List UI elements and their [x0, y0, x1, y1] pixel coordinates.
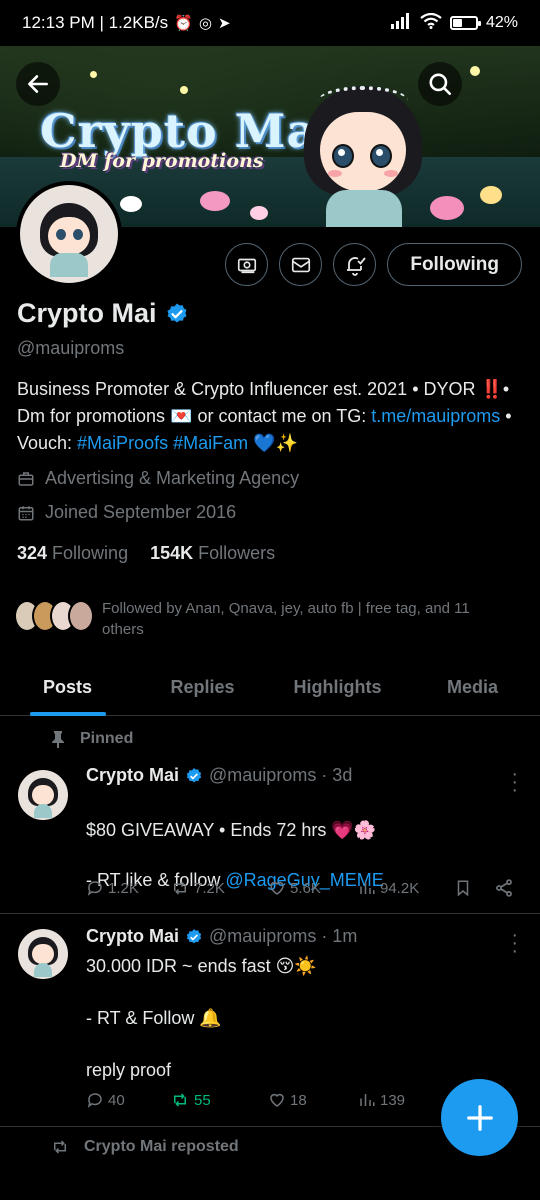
views-button[interactable]: 139 — [358, 1091, 405, 1109]
post-text: $80 GIVEAWAY • Ends 72 hrs 💗🌸 — [86, 820, 377, 840]
pin-icon — [52, 731, 64, 748]
post-author-name[interactable]: Crypto Mai — [86, 926, 179, 947]
repost-icon — [174, 881, 186, 895]
post-actions: 1.2K 7.2K 5.6K 94.2K — [86, 878, 526, 898]
follow-stats: 324 Following 154K Followers — [17, 543, 275, 564]
post-header: Crypto Mai @mauiproms · 1m — [86, 926, 357, 947]
bookmark-button[interactable] — [454, 878, 494, 898]
repost-icon — [54, 1140, 66, 1154]
calendar-icon — [18, 505, 34, 520]
hashtag-maifam[interactable]: #MaiFam — [173, 433, 248, 453]
repost-button[interactable]: 7.2K — [170, 879, 268, 897]
post-handle-time: @mauiproms · 1m — [209, 926, 358, 946]
follower-avatars — [14, 600, 94, 632]
like-button[interactable]: 5.6K — [268, 879, 358, 897]
avatar[interactable] — [18, 770, 68, 820]
tab-posts[interactable]: Posts — [0, 660, 135, 715]
views-button[interactable]: 94.2K — [358, 879, 454, 897]
verified-badge-icon — [186, 767, 202, 782]
following-link[interactable]: 324 Following — [17, 543, 128, 564]
notifications-button[interactable] — [333, 243, 377, 286]
profile-bio: Business Promoter & Crypto Influencer es… — [17, 379, 512, 453]
heart-icon — [270, 1093, 284, 1107]
avatar[interactable] — [18, 929, 68, 979]
pinned-label: Pinned — [50, 730, 133, 748]
envelope-icon — [291, 257, 310, 272]
telegram-icon: ➤ — [217, 15, 231, 32]
search-button[interactable] — [418, 62, 462, 106]
arrow-left-icon — [28, 75, 48, 93]
post-text: 30.000 IDR ~ ends fast 😚☀️ - RT & Follow… — [86, 956, 317, 1080]
subscribe-button[interactable] — [225, 243, 269, 286]
followed-by-row[interactable]: Followed by Anan, Qnava, jey, auto fb | … — [14, 598, 514, 640]
signal-icon — [390, 12, 412, 34]
battery-icon — [449, 16, 481, 30]
post-pinned[interactable]: Crypto Mai @mauiproms · 3d · · · $80 GIVEA… — [0, 756, 540, 914]
telegram-link[interactable]: t.me/mauiproms — [371, 406, 500, 426]
profile-category: Advertising & Marketing Agency — [17, 468, 299, 489]
reply-icon — [87, 881, 102, 896]
post-header: Crypto Mai @mauiproms · 3d — [86, 765, 352, 786]
followed-by-text: Followed by Anan, Qnava, jey, auto fb | … — [102, 600, 470, 638]
hashtag-maiproofs[interactable]: #MaiProofs — [77, 433, 168, 453]
status-time: 12:13 PM | 1.2KB/s — [22, 13, 169, 32]
tab-highlights[interactable]: Highlights — [270, 660, 405, 715]
tab-replies[interactable]: Replies — [135, 660, 270, 715]
banner-subtitle: DM for promotions — [60, 150, 264, 172]
bell-check-icon — [346, 256, 366, 276]
post-author-name[interactable]: Crypto Mai — [86, 765, 179, 786]
reply-button[interactable]: 40 — [86, 1091, 170, 1109]
compose-post-button[interactable] — [441, 1079, 518, 1156]
reply-icon — [87, 1093, 102, 1108]
verified-badge-icon[interactable] — [165, 302, 189, 326]
battery-percent: 42% — [485, 14, 518, 31]
repost-label: Crypto Mai reposted — [50, 1138, 239, 1156]
display-name: Crypto Mai — [17, 298, 157, 328]
verified-badge-icon — [186, 928, 202, 943]
status-bar: 12:13 PM | 1.2KB/s ⏰ ◎ ➤ 42% — [0, 0, 540, 46]
repost-button[interactable]: 55 — [170, 1091, 268, 1109]
banner-character-illustration — [298, 72, 428, 227]
reply-button[interactable]: 1.2K — [86, 879, 170, 897]
following-button[interactable]: Following — [387, 243, 522, 286]
share-icon — [496, 879, 512, 897]
profile-joined-date: Joined September 2016 — [17, 502, 236, 523]
avatar — [68, 600, 94, 632]
tab-media[interactable]: Media — [405, 660, 540, 715]
views-chart-icon — [360, 882, 375, 894]
profile-tabs: Posts Replies Highlights Media — [0, 660, 540, 716]
profile-avatar[interactable] — [16, 181, 122, 287]
message-button[interactable] — [279, 243, 323, 286]
whatsapp-icon: ◎ — [198, 15, 212, 32]
search-icon — [429, 73, 452, 96]
wifi-icon — [420, 12, 442, 34]
money-icon — [237, 258, 256, 273]
avatar — [20, 185, 118, 283]
plus-icon — [466, 1104, 493, 1131]
alarm-icon: ⏰ — [174, 15, 193, 32]
more-options-icon[interactable]: · · · — [511, 925, 518, 961]
repost-icon — [174, 1093, 186, 1107]
followers-link[interactable]: 154K Followers — [150, 543, 275, 564]
share-button[interactable] — [494, 878, 514, 898]
bookmark-icon — [457, 880, 469, 897]
back-button[interactable] — [16, 62, 60, 106]
briefcase-icon — [18, 471, 34, 486]
heart-icon — [270, 881, 284, 895]
profile-handle: @mauiproms — [17, 338, 125, 358]
like-button[interactable]: 18 — [268, 1091, 358, 1109]
profile-actions: Following — [225, 243, 522, 286]
post-handle-time: @mauiproms · 3d — [209, 765, 353, 785]
views-chart-icon — [360, 1094, 375, 1106]
profile-name-row: Crypto Mai — [17, 298, 189, 329]
